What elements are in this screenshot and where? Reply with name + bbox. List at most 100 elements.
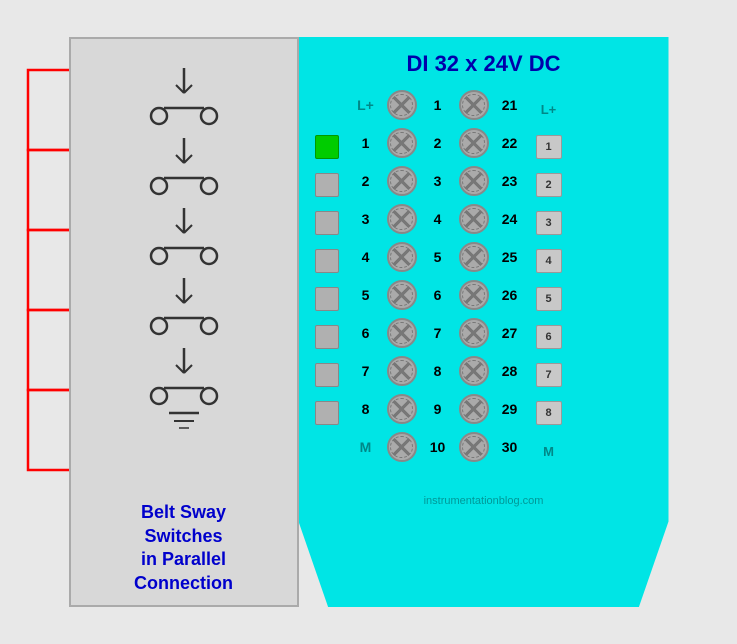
far-right-5: 5 — [534, 281, 564, 317]
screw — [387, 204, 417, 234]
indicator-cell-3 — [312, 205, 342, 241]
left-label-m: M — [352, 429, 380, 465]
screw — [387, 90, 417, 120]
right-box-8: 8 — [536, 401, 562, 425]
mid-label-7: 7 — [424, 315, 452, 351]
left-screws-col — [387, 87, 417, 607]
screw-24 — [459, 201, 489, 237]
screw — [459, 318, 489, 348]
indicator-cell-1 — [312, 129, 342, 165]
screw-4 — [387, 201, 417, 237]
far-right-4: 4 — [534, 243, 564, 279]
right-box-6: 6 — [536, 325, 562, 349]
mid-label-9: 9 — [424, 391, 452, 427]
label-area: Belt Sway Switches in Parallel Connectio… — [124, 486, 243, 605]
screw — [459, 432, 489, 462]
right-label-29: 29 — [496, 391, 524, 427]
screw-10 — [387, 429, 417, 465]
indicator-box-7 — [315, 363, 339, 387]
right-label-24: 24 — [496, 201, 524, 237]
screw — [387, 242, 417, 272]
mid-label-1: 1 — [424, 87, 452, 123]
screw-27 — [459, 315, 489, 351]
screw-30 — [459, 429, 489, 465]
right-panel: DI 32 x 24V DC — [299, 37, 669, 607]
mid-label-2: 2 — [424, 125, 452, 161]
module-title: DI 32 x 24V DC — [299, 37, 669, 87]
indicator-cell-7 — [312, 357, 342, 393]
screw — [387, 356, 417, 386]
indicator-cell-lp — [312, 91, 342, 127]
indicator-cell-6 — [312, 319, 342, 355]
far-right-lp: L+ — [534, 91, 564, 127]
far-right-7: 7 — [534, 357, 564, 393]
right-label-27: 27 — [496, 315, 524, 351]
left-number-col: L+ 1 2 3 4 5 6 7 8 M — [351, 87, 381, 607]
left-label-2: 2 — [352, 163, 380, 199]
left-label-1: 1 — [352, 125, 380, 161]
mid-label-3: 3 — [424, 163, 452, 199]
left-label-5: 5 — [352, 277, 380, 313]
switches-svg — [104, 58, 264, 478]
switch-diagram — [94, 49, 274, 486]
screw — [459, 356, 489, 386]
screw-7 — [387, 315, 417, 351]
right-label-25: 25 — [496, 239, 524, 275]
terminals-area: L+ 1 2 3 4 5 6 7 8 M — [299, 87, 669, 607]
indicator-box-3 — [315, 211, 339, 235]
mid-label-5: 5 — [424, 239, 452, 275]
far-right-3: 3 — [534, 205, 564, 241]
screw — [387, 432, 417, 462]
indicator-cell-2 — [312, 167, 342, 203]
screw — [387, 166, 417, 196]
screw-29 — [459, 391, 489, 427]
right-label-22: 22 — [496, 125, 524, 161]
right-box-5: 5 — [536, 287, 562, 311]
screw-26 — [459, 277, 489, 313]
screw — [459, 204, 489, 234]
far-right-2: 2 — [534, 167, 564, 203]
indicators-col — [309, 87, 345, 607]
diagram-label: Belt Sway Switches in Parallel Connectio… — [134, 501, 233, 595]
screw-22 — [459, 125, 489, 161]
indicator-box-active — [315, 135, 339, 159]
screw-9 — [387, 391, 417, 427]
indicator-cell-4 — [312, 243, 342, 279]
right-label-23: 23 — [496, 163, 524, 199]
indicator-box-6 — [315, 325, 339, 349]
mid-label-8: 8 — [424, 353, 452, 389]
left-label-7: 7 — [352, 353, 380, 389]
far-right-6: 6 — [534, 319, 564, 355]
mid-label-10: 10 — [424, 429, 452, 465]
far-right-m: M — [534, 433, 564, 469]
left-label-3: 3 — [352, 201, 380, 237]
screw-3 — [387, 163, 417, 199]
middle-number-col: 1 2 3 4 5 6 7 8 9 10 — [423, 87, 453, 607]
left-label-6: 6 — [352, 315, 380, 351]
left-label-lp: L+ — [352, 87, 380, 123]
screw-lp-left — [387, 87, 417, 123]
screw — [459, 166, 489, 196]
left-label-8: 8 — [352, 391, 380, 427]
screw — [387, 280, 417, 310]
screw-28 — [459, 353, 489, 389]
screw — [387, 318, 417, 348]
indicator-box-2 — [315, 173, 339, 197]
left-panel: Belt Sway Switches in Parallel Connectio… — [69, 37, 299, 607]
right-label-28: 28 — [496, 353, 524, 389]
screw-5 — [387, 239, 417, 275]
far-right-8: 8 — [534, 395, 564, 431]
screw-23 — [459, 163, 489, 199]
indicator-box-8 — [315, 401, 339, 425]
screw — [459, 242, 489, 272]
screw — [459, 394, 489, 424]
right-box-3: 3 — [536, 211, 562, 235]
right-screws-col — [459, 87, 489, 607]
right-box-1: 1 — [536, 135, 562, 159]
right-label-21: 21 — [496, 87, 524, 123]
screw — [459, 280, 489, 310]
right-box-4: 4 — [536, 249, 562, 273]
screw — [459, 128, 489, 158]
screw — [459, 90, 489, 120]
main-container: Belt Sway Switches in Parallel Connectio… — [0, 0, 737, 644]
